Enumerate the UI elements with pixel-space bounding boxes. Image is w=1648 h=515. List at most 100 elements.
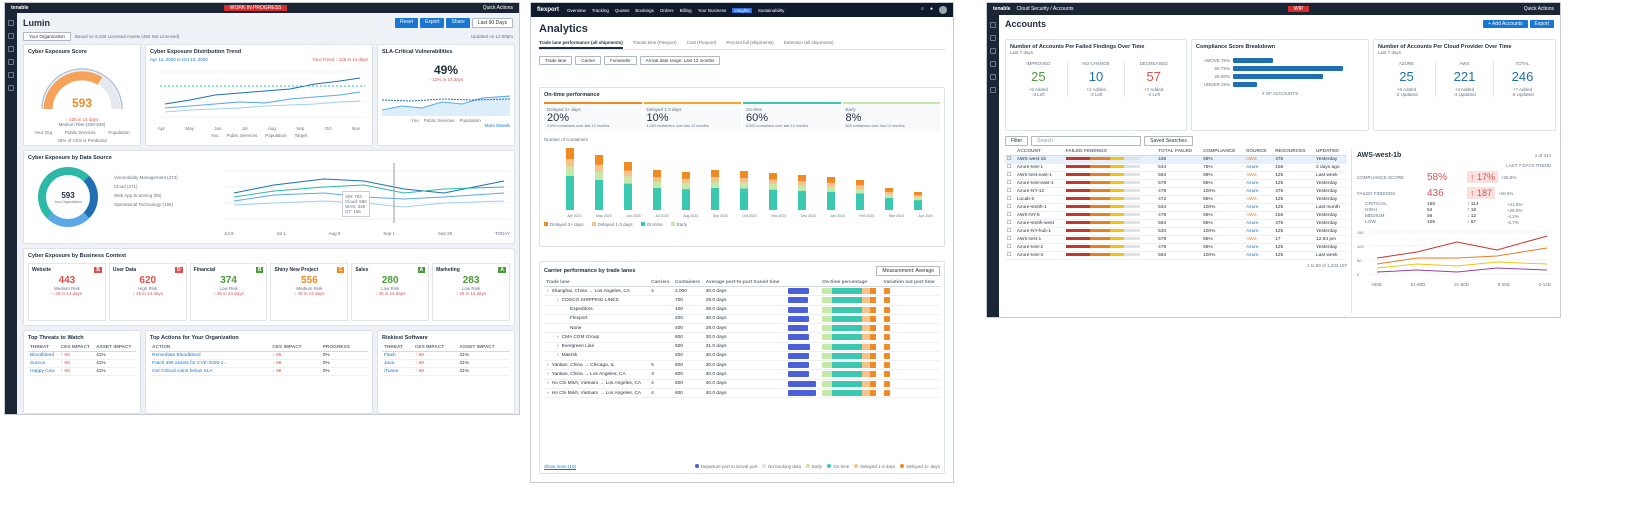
table-row[interactable]: ☐ Azure-test-2 479 95% Azure 125 Yesterday	[1005, 243, 1347, 252]
col-header[interactable]: RESOURCES	[1273, 148, 1315, 156]
table-row[interactable]: ☐ Azure-smith-1 544 100% Azure 125 Last month	[1005, 203, 1347, 212]
nav-item[interactable]: Overview	[567, 8, 586, 13]
col-header[interactable]: Containers	[672, 279, 704, 287]
chevron-icon[interactable]: ›	[557, 335, 559, 340]
col-header[interactable]: Variation out port time	[881, 279, 940, 287]
quick-actions-button[interactable]: Quick Actions	[1524, 6, 1554, 12]
business-context-tile[interactable]: Shiny New Project C 556 Medium Risk ↑ 45 in …	[270, 263, 349, 321]
business-context-tile[interactable]: Financial B 374 Low Risk ↑ 45 in 14 days	[189, 263, 268, 321]
search-icon[interactable]: ⌕	[921, 6, 924, 14]
business-context-tile[interactable]: Marketing A 283 Low Risk ↑ 45 in 14 days	[432, 263, 510, 321]
export-button[interactable]: Export	[420, 18, 445, 28]
trade-lane-cell[interactable]: Expeditors	[544, 305, 650, 315]
pagination[interactable]: 1 to 50 of 1,234,197	[1005, 263, 1347, 268]
account-name[interactable]: Azure-NY-12	[1014, 187, 1064, 196]
account-name[interactable]: AWS-test-east-1	[1014, 171, 1064, 180]
table-row[interactable]: Flash ↑ 98 41%	[382, 351, 510, 360]
nav-item[interactable]: Quotes	[615, 8, 630, 13]
col-header[interactable]: Carriers	[649, 279, 673, 287]
col-header[interactable]: On-time percentage	[820, 279, 882, 287]
table-row[interactable]: › CMA CGM Group 600 30.0 days	[544, 332, 940, 343]
table-row[interactable]: Bloodbleed ↑ 98 41%	[28, 351, 136, 360]
table-row[interactable]: › Evergreen Line 500 31.0 days	[544, 342, 940, 352]
nav-item[interactable]: Orders	[660, 8, 674, 13]
table-row[interactable]: ☐ Azure-test-east-1 579 85% Azure 125 Yesterda…	[1005, 179, 1347, 188]
trade-lane-cell[interactable]: › Shanghai, China → Los Angeles, CA	[544, 286, 650, 297]
row-checkbox[interactable]: ☐	[1005, 163, 1015, 172]
account-name[interactable]: AWS-test-1	[1014, 235, 1064, 244]
report-icon[interactable]	[8, 72, 14, 78]
business-context-tile[interactable]: User Data D 620 High Risk ↑ 45 in 14 days	[108, 263, 187, 321]
col-header[interactable]: Trade lane	[544, 279, 650, 287]
add-accounts-button[interactable]: + Add Accounts	[1482, 20, 1528, 28]
nav-item[interactable]: Tracking	[592, 8, 609, 13]
period-select[interactable]: Last 90 Days	[471, 18, 513, 28]
home-icon[interactable]	[990, 22, 996, 28]
table-row[interactable]: ☐ Azure-smith-west 584 85% Azure 476 Yesterday	[1005, 219, 1347, 228]
quick-actions-button[interactable]: Quick Actions	[483, 5, 513, 11]
filter-select[interactable]: Forwarder	[604, 56, 637, 65]
trade-lane-cell[interactable]: › Ho Chi Minh, Vietnam → Los Angeles, CA	[544, 388, 650, 399]
shield-icon[interactable]	[990, 61, 996, 67]
col-header[interactable]: SOURCE	[1244, 148, 1274, 156]
table-row[interactable]: ☐ AWS-test-1 579 85% AWS 17 12:54 pm	[1005, 235, 1347, 244]
search-input[interactable]: Search	[1031, 136, 1142, 146]
col-header[interactable]: ACCOUNT	[1014, 148, 1064, 156]
row-checkbox[interactable]: ☐	[1005, 219, 1015, 228]
assets-icon[interactable]	[8, 46, 14, 52]
chevron-icon[interactable]: ›	[547, 391, 549, 396]
nav-item[interactable]: Sustainability	[758, 8, 785, 13]
row-checkbox[interactable]: ☐	[1005, 227, 1015, 236]
table-cell[interactable]: Java	[382, 359, 413, 368]
nav-item[interactable]: Insights	[732, 7, 752, 13]
table-row[interactable]: › Yantian, China → Chicago, IL 5 600 30.0 da…	[544, 360, 940, 371]
table-cell[interactable]: Flash	[382, 351, 413, 360]
table-cell[interactable]: Happy Cow	[28, 367, 59, 376]
table-row[interactable]: › Yantian, China → Los Angeles, CA 3 600 30.…	[544, 369, 940, 380]
nav-item[interactable]: Bookings	[635, 8, 654, 13]
account-name[interactable]: Azure-test-east-1	[1014, 179, 1064, 188]
filter-button[interactable]: Filter	[1005, 136, 1029, 146]
chevron-icon[interactable]: ›	[557, 344, 559, 349]
table-row[interactable]: ☐ Azure-NY-hub-1 534 100% Azure 125 Yesterday	[1005, 227, 1347, 236]
dashboard-icon[interactable]	[990, 35, 996, 41]
dashboard-icon[interactable]	[8, 33, 14, 39]
col-header[interactable]: Average port-to-port transit time	[703, 279, 787, 287]
account-name[interactable]: Azure-test-2	[1014, 243, 1064, 252]
chevron-icon[interactable]: ›	[547, 289, 549, 294]
table-row[interactable]: ☐ Azure-test-1 544 75% Azure 156 2 days ago	[1005, 163, 1347, 172]
saved-searches-select[interactable]: Saved Searches	[1144, 136, 1193, 146]
table-cell[interactable]: Bloodbleed	[28, 351, 59, 360]
tab[interactable]: Percent full (shipments)	[726, 40, 773, 49]
row-checkbox[interactable]: ☐	[1005, 179, 1015, 188]
trade-lane-cell[interactable]: › CMA CGM Group	[544, 332, 650, 343]
row-checkbox[interactable]: ☐	[1005, 251, 1015, 260]
col-header[interactable]: FAILED FINDINGS	[1063, 148, 1157, 156]
table-row[interactable]: › Shanghai, China → Los Angeles, CA 4 2,000…	[544, 286, 940, 297]
table-row[interactable]: ☐ Azure-NY-12 479 100% Azure 476 Yesterday	[1005, 187, 1347, 196]
table-row[interactable]: Happy Cow ↑ 98 41%	[28, 367, 136, 376]
col-header[interactable]: UPDATED	[1314, 148, 1347, 156]
row-checkbox[interactable]: ☐	[1005, 155, 1015, 164]
account-name[interactable]: Azure-test-1	[1014, 163, 1064, 172]
table-row[interactable]: ☐ Azure-test-3 584 100% Azure 125 Last week	[1005, 251, 1347, 260]
table-row[interactable]: Expeditors 100 28.0 days	[544, 305, 940, 315]
account-name[interactable]: Azure-test-3	[1014, 251, 1064, 260]
chevron-icon[interactable]: ›	[557, 298, 559, 303]
cloud-icon[interactable]	[990, 48, 996, 54]
trade-lane-cell[interactable]: › Yantian, China → Chicago, IL	[544, 360, 650, 371]
table-row[interactable]: ☐ AWS-NY-5 479 95% AWS 156 Yesterday	[1005, 211, 1347, 220]
table-row[interactable]: iTunes ↑ 98 41%	[382, 367, 510, 376]
export-button[interactable]: Export	[1529, 20, 1554, 28]
table-cell[interactable]: iTunes	[382, 367, 413, 376]
table-row[interactable]: Patch 499 assets for CVE-2020-1... ↓ 98 0%	[150, 359, 368, 368]
table-row[interactable]: › Ho Chi Minh, Vietnam → Los Angeles, CA 4…	[544, 379, 940, 389]
measurement-select[interactable]: Measurement: Average	[876, 266, 940, 276]
row-checkbox[interactable]: ☐	[1005, 211, 1015, 220]
table-row[interactable]: ☐ AWS-west-1b 436 58% AWS 476 Yesterday	[1005, 155, 1347, 164]
bell-icon[interactable]: ●	[930, 6, 933, 14]
col-header[interactable]: COMPLIANCE	[1201, 148, 1245, 156]
nav-item[interactable]: Billing	[680, 8, 692, 13]
trade-lane-cell[interactable]: › COSCO SHIPPING LINES	[544, 295, 650, 306]
tab[interactable]: Trade lane performance (all shipments)	[539, 40, 623, 49]
